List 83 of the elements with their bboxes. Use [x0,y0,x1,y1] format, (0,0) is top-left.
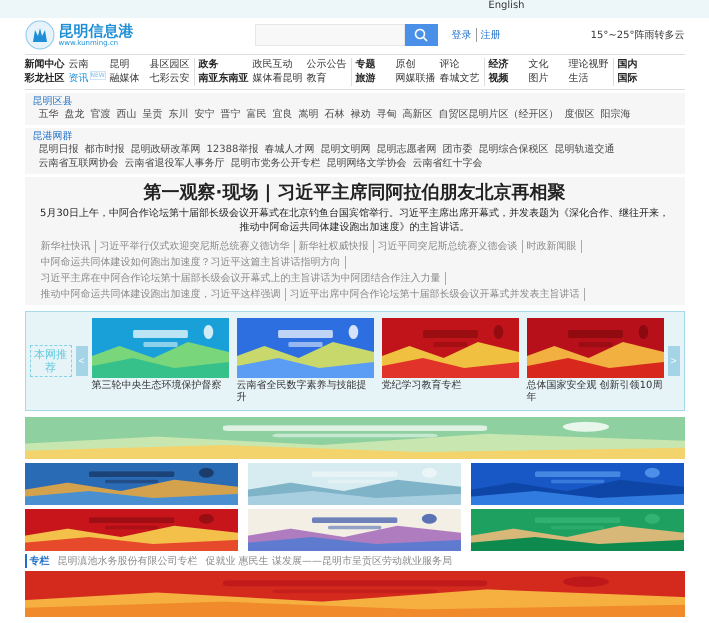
directory-link[interactable]: 昆明政研改革网 [130,143,200,157]
section-title: 昆港网群 [32,131,74,143]
recommend-label: 本网推荐 [30,345,72,377]
nav-link[interactable]: 融媒体 [110,72,146,86]
recommend-caption[interactable]: 总体国家安全观 创新引领10周年 [526,380,664,404]
top-link[interactable]: English [488,0,524,12]
directory-link[interactable]: 云南省红十字会 [412,157,482,171]
directory-link[interactable]: 石林 [324,108,344,122]
site-name: 昆明信息港 [58,23,134,39]
directory-link[interactable]: 宜良 [272,108,292,122]
new-badge: NEW [90,70,106,80]
nav-link[interactable]: 县区园区 [150,58,190,72]
directory-link[interactable]: 自贸区昆明片区（经开区） [438,108,558,122]
nav-link[interactable]: 政务 [198,58,249,72]
nav-link[interactable]: 春城文艺 [440,72,480,86]
directory-link[interactable]: 高新区 [402,108,432,122]
directory-link[interactable]: 春城人才网 [264,143,314,157]
column-link[interactable]: 昆明滇池水务股份有限公司专栏 [58,554,198,568]
directory-link[interactable]: 盘龙 [64,108,84,122]
directory-link[interactable]: 度假区 [564,108,594,122]
directory-link[interactable]: 昆明网络文学协会 [326,157,406,171]
directory-link[interactable]: 阳宗海 [600,108,630,122]
nav-link[interactable]: 云南 [68,58,106,72]
directory-link[interactable]: 禄劝 [350,108,370,122]
nav-link[interactable]: 南亚东南亚 [198,72,249,86]
recommend-caption[interactable]: 第三轮中央生态环境保护督察 [92,380,228,392]
headline-summary: 5月30日上午，中阿合作论坛第十届部长级会议开幕式在北京钓鱼台国宾馆举行。习近平主席出席开幕式，并发表题为《深化合作、继往开来，推动中阿命运共同体建设跑出加速度》的主旨讲话。 [38,207,670,235]
nav-link[interactable]: 教育 [306,72,347,86]
directory-link[interactable]: 昆明文明网 [320,143,370,157]
directory-link[interactable]: 昆明日报 [38,143,78,157]
login-link[interactable]: 登录 [452,28,472,42]
weather-text: 15°~25°阵雨转多云 [590,28,684,42]
nav-link[interactable]: 政民互动 [252,58,303,72]
nav-link[interactable]: 专题 [356,58,392,72]
nav-link[interactable]: 昆明 [110,58,146,72]
search-field[interactable] [254,24,404,46]
nav-link[interactable]: 新闻中心 [24,58,64,72]
nav-link[interactable]: 彩龙社区 [24,72,64,86]
directory-link[interactable]: 云南省互联网协会 [38,157,118,171]
directory-link[interactable]: 昆明轨道交通 [554,143,614,157]
logo-icon [24,20,54,50]
recommend-caption[interactable]: 党纪学习教育专栏 [382,380,518,392]
directory-link[interactable]: 昆明市党务公开专栏 [230,157,320,171]
directory-link[interactable]: 寻甸 [376,108,396,122]
directory-link[interactable]: 东川 [168,108,188,122]
nav-link[interactable]: 原创 [396,58,436,72]
nav-link[interactable]: 文化 [528,58,565,72]
nav-link[interactable]: 理论视野 [568,58,609,72]
nav-link[interactable]: 国际 [618,72,654,86]
section-title: 昆明区县 [32,96,74,108]
directory-link[interactable]: 呈贡 [142,108,162,122]
directory-link[interactable]: 团市委 [442,143,472,157]
column-link[interactable]: 促就业 惠民生 谋发展——昆明市呈贡区劳动就业服务局 [206,554,452,568]
nav-link[interactable]: 媒体看昆明 [252,72,303,86]
recommend-caption[interactable]: 云南省全民数字素养与技能提升 [236,380,374,404]
directory-link[interactable]: 都市时报 [84,143,124,157]
nav-link[interactable]: 评论 [440,58,480,72]
directory-link[interactable]: 云南省退役军人事务厅 [124,157,224,171]
nav-link[interactable]: 网媒联播 [396,72,436,86]
directory-link[interactable]: 安宁 [194,108,214,122]
nav-link[interactable]: 图片 [528,72,565,86]
directory-link[interactable]: 12388举报 [206,143,258,157]
nav-link[interactable]: 公示公告 [306,58,347,72]
directory-link[interactable]: 五华 [38,108,58,122]
nav-link[interactable]: 旅游 [356,72,392,86]
nav-link[interactable]: 七彩云安 [150,72,190,86]
headline-title[interactable]: 第一观察·现场 | 习近平主席同阿拉伯朋友北京再相聚 [36,181,672,205]
directory-link[interactable]: 富民 [246,108,266,122]
nav-link[interactable]: 生活 [568,72,609,86]
nav-link[interactable]: 国内 [618,58,654,72]
directory-link[interactable]: 嵩明 [298,108,318,122]
directory-link[interactable]: 晋宁 [220,108,240,122]
column-label: 专栏 [24,554,50,568]
nav-link[interactable]: 视频 [488,72,525,86]
search-button[interactable] [404,24,438,46]
directory-link[interactable]: 西山 [116,108,136,122]
nav-link[interactable]: 资讯 $^{NEW}$ [68,72,106,86]
register-link[interactable]: 注册 [476,28,500,42]
search-icon [414,28,428,42]
nav-link[interactable]: 经济 [488,58,525,72]
directory-link[interactable]: 昆明志愿者网 [376,143,436,157]
directory-link[interactable]: 昆明综合保税区 [478,143,548,157]
directory-link[interactable]: 官渡 [90,108,110,122]
